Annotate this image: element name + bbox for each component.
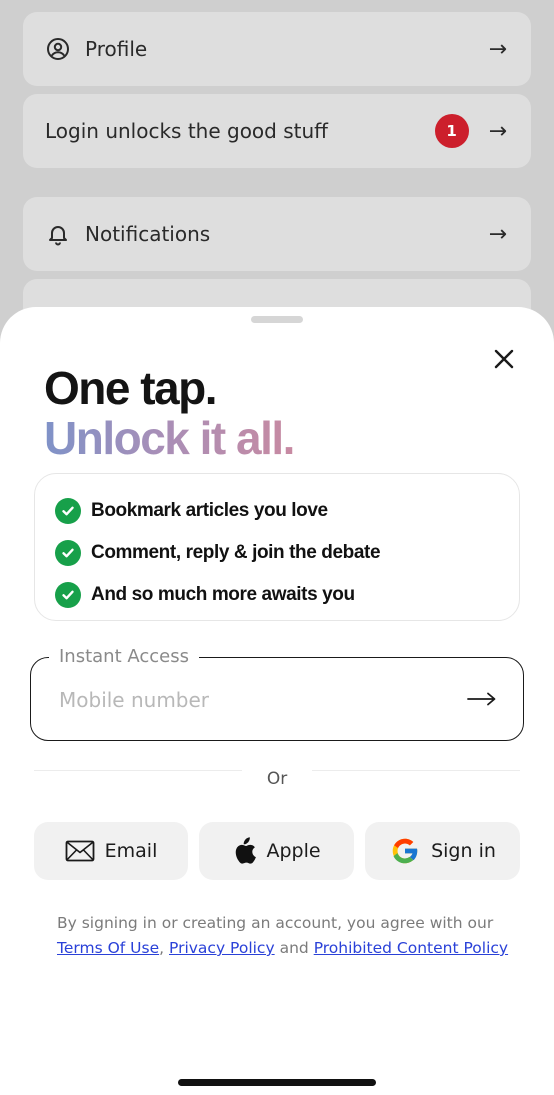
close-button[interactable] [488,343,520,375]
privacy-policy-link[interactable]: Privacy Policy [169,939,275,957]
prohibited-content-policy-link[interactable]: Prohibited Content Policy [314,939,508,957]
notifications-label: Notifications [85,222,211,246]
benefit-text: And so much more awaits you [91,584,355,605]
legal-text: By signing in or creating an account, yo… [57,911,517,961]
benefit-item: Comment, reply & join the debate [55,532,519,574]
headline-line-2: Unlock it all. [44,412,295,464]
user-circle-icon [45,36,71,62]
login-row[interactable]: Login unlocks the good stuff 1 → [23,94,531,168]
apple-button[interactable]: Apple [199,822,354,880]
close-icon [494,349,514,369]
login-bottom-sheet: One tap. Unlock it all. Bookmark article… [0,307,554,1095]
legal-comma: , [159,939,165,957]
check-circle-icon [55,498,81,524]
home-indicator[interactable] [178,1079,376,1086]
google-sign-in-button[interactable]: Sign in [365,822,520,880]
submit-arrow-button[interactable] [465,682,499,716]
login-label: Login unlocks the good stuff [45,119,328,143]
email-button[interactable]: Email [34,822,188,880]
arrow-right-icon: → [488,118,507,144]
benefits-card: Bookmark articles you love Comment, repl… [34,473,520,621]
arrow-right-icon: → [488,221,507,247]
benefit-text: Bookmark articles you love [91,500,328,521]
headline-line-1: One tap. [44,362,218,414]
google-g-icon [392,838,419,864]
mobile-number-input[interactable] [59,684,439,716]
divider-right [312,770,520,771]
apple-icon [236,837,257,864]
or-separator: Or [266,769,288,789]
arrow-right-icon: → [488,36,507,62]
notification-badge: 1 [434,114,469,148]
headline: One tap. Unlock it all. [44,362,295,464]
google-button-label: Sign in [431,840,496,862]
apple-button-label: Apple [266,840,321,862]
terms-of-use-link[interactable]: Terms Of Use [57,939,159,957]
mobile-number-field[interactable]: Instant Access [30,646,524,741]
long-arrow-right-icon [467,692,496,706]
sheet-grabber[interactable] [251,316,303,323]
instant-access-label: Instant Access [49,646,199,667]
benefit-text: Comment, reply & join the debate [91,542,381,563]
envelope-icon [65,840,95,862]
profile-row[interactable]: Profile → [23,12,531,86]
check-circle-icon [55,582,81,608]
legal-prefix: By signing in or creating an account, yo… [57,914,494,932]
notifications-row[interactable]: Notifications → [23,197,531,271]
divider-left [34,770,242,771]
benefit-item: And so much more awaits you [55,574,519,616]
profile-label: Profile [85,37,148,61]
legal-and: and [279,939,309,957]
email-button-label: Email [104,840,158,862]
benefit-item: Bookmark articles you love [55,490,519,532]
bell-icon [45,221,71,247]
check-circle-icon [55,540,81,566]
